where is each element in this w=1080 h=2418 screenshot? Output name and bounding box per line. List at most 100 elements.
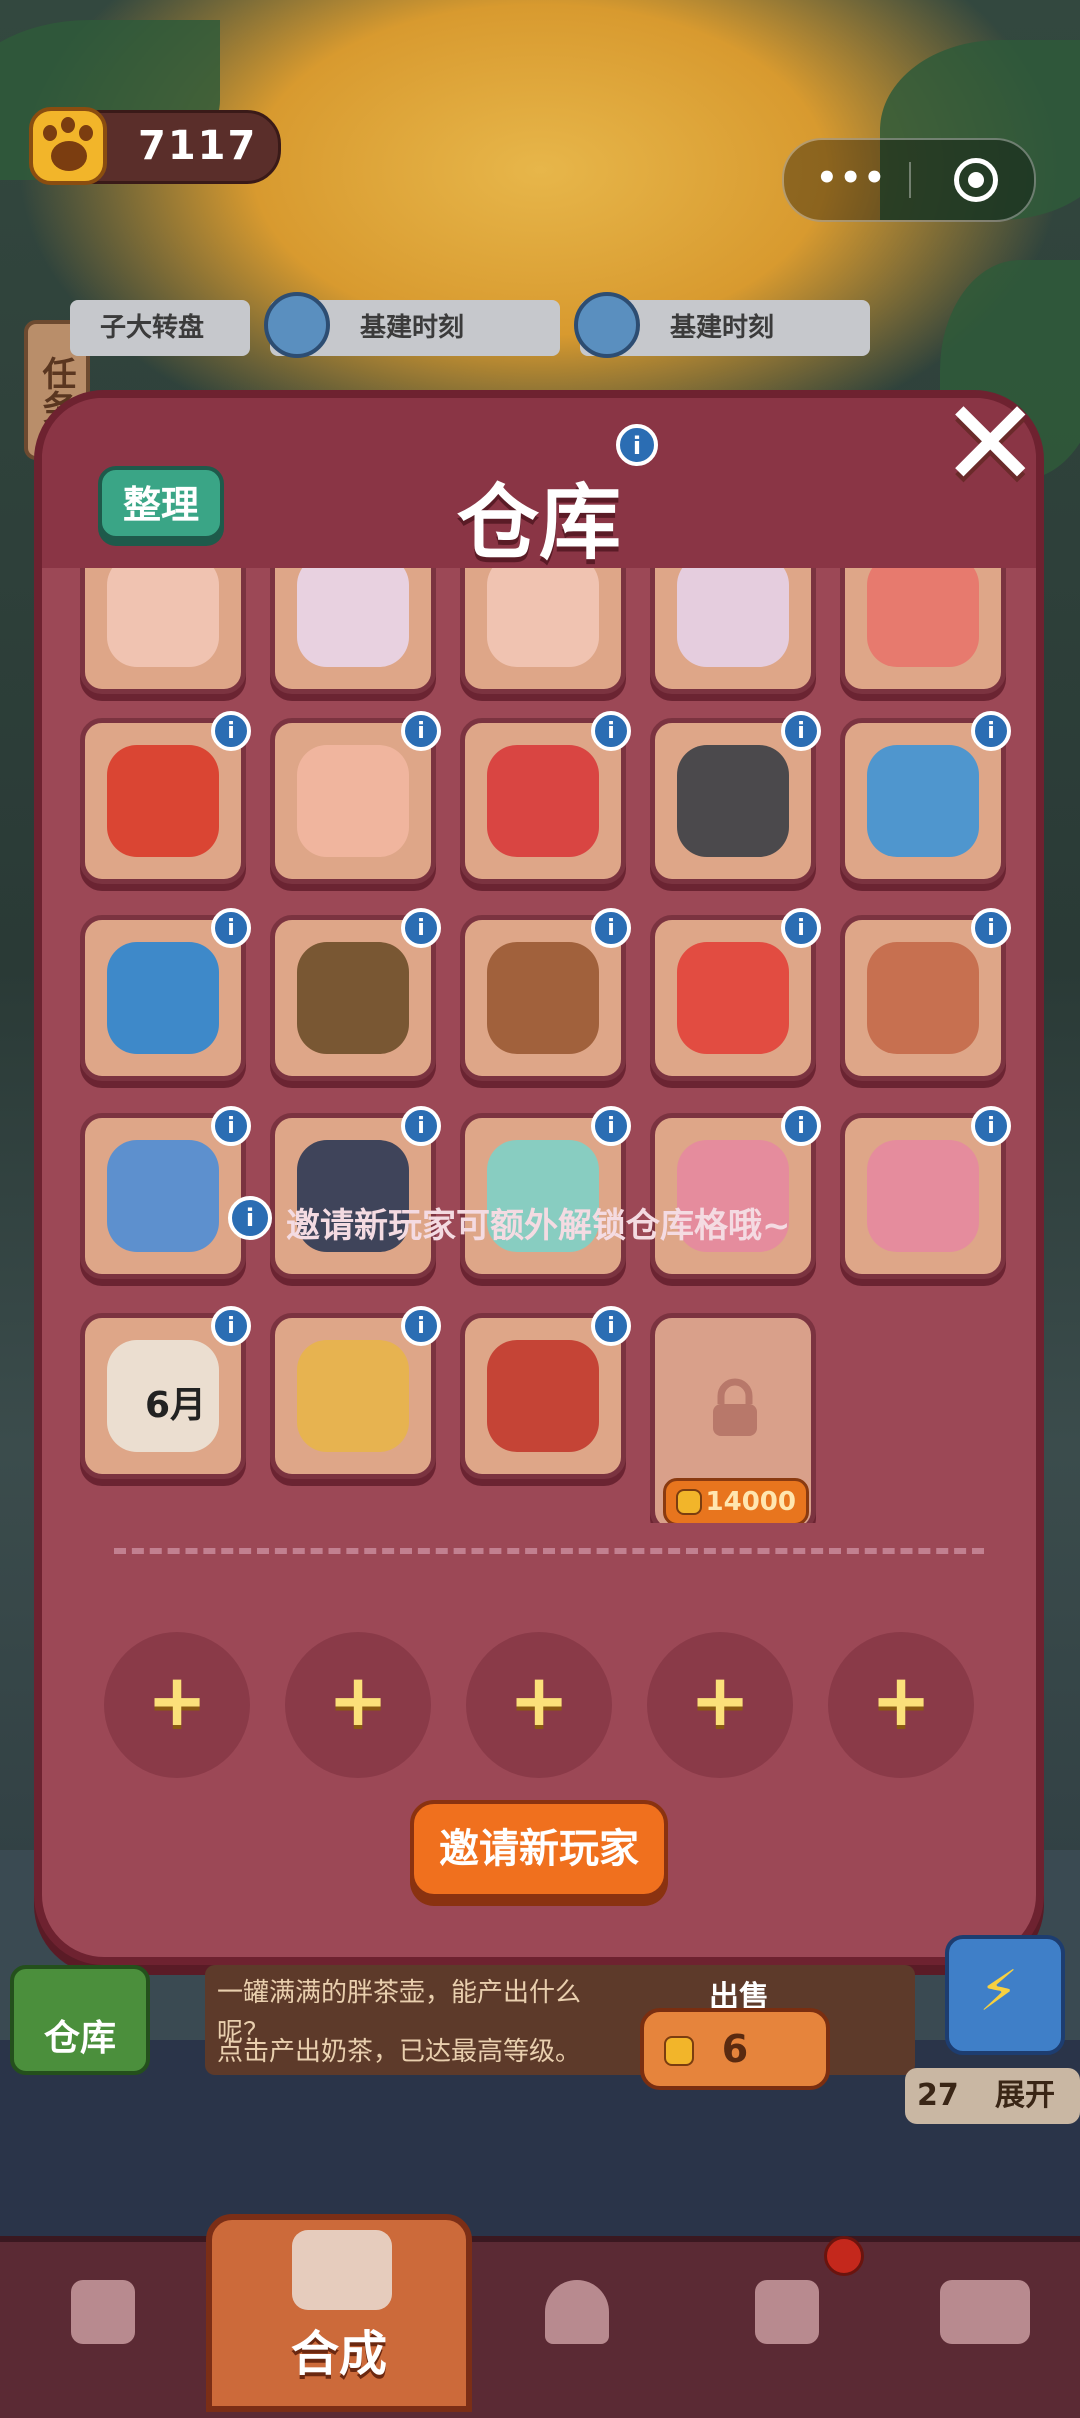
item-info-icon[interactable]: i (781, 908, 821, 948)
item-slot[interactable] (460, 568, 626, 694)
event-banner-label: 基建时刻 (670, 313, 775, 343)
merge-icon (292, 2230, 392, 2310)
paw-coin-icon (29, 107, 107, 185)
expand-button[interactable]: 27 展开 (905, 2068, 1080, 2124)
item-info-icon[interactable]: i (401, 1106, 441, 1146)
add-slot-button[interactable]: + (647, 1632, 793, 1778)
item-info-icon[interactable]: i (401, 711, 441, 751)
item-slot[interactable]: i (270, 1306, 441, 1479)
item-slot[interactable] (650, 568, 816, 694)
notification-dot (824, 2236, 864, 2276)
sell-button[interactable]: 6 (640, 2008, 830, 2090)
item-slot[interactable]: i (270, 908, 441, 1081)
more-menu-icon[interactable]: ••• (816, 158, 887, 198)
glass-jar-item (487, 568, 599, 667)
shop-icon (71, 2280, 135, 2344)
item-slot[interactable]: 6月 i (80, 1306, 251, 1479)
paint-roller-icon (264, 292, 330, 358)
add-slot-button[interactable]: + (828, 1632, 974, 1778)
floral-vase-item (297, 568, 409, 667)
double-happiness-item (107, 745, 219, 857)
close-miniprogram-icon[interactable] (954, 158, 998, 202)
add-slot-button[interactable]: + (466, 1632, 612, 1778)
calendar-day: 6月 (145, 1385, 207, 1426)
red-lamp-base-item (867, 568, 979, 667)
event-banner-label: 基建时刻 (360, 313, 465, 343)
service-bell-icon (545, 2280, 609, 2344)
event-banner-build[interactable]: 基建时刻 (264, 292, 560, 358)
item-info-icon[interactable]: i (211, 711, 251, 751)
invite-player-button[interactable]: 邀请新玩家 (410, 1800, 668, 1898)
item-slot[interactable]: i (80, 711, 251, 884)
add-slot-button[interactable]: + (104, 1632, 250, 1778)
pink-razor-item (867, 1140, 979, 1252)
expand-label: 展开 (995, 2078, 1055, 2113)
item-info-icon[interactable]: i (591, 711, 631, 751)
invite-info-icon[interactable]: i (228, 1196, 272, 1240)
paw-coin-icon (664, 2036, 694, 2066)
item-slot[interactable]: i (460, 908, 631, 1081)
item-info-icon[interactable]: i (211, 908, 251, 948)
nav-bus[interactable] (910, 2250, 1060, 2390)
dried-tea-mat-item (297, 942, 409, 1054)
item-slot[interactable]: i (650, 711, 821, 884)
plus-icon: + (689, 1658, 751, 1742)
item-slot[interactable] (270, 568, 436, 694)
plus-icon: + (327, 1658, 389, 1742)
unlock-price: 14000 (705, 1487, 796, 1517)
goggles-item (677, 745, 789, 857)
invite-tip-text: 邀请新玩家可额外解锁仓库格哦~ (286, 1206, 791, 1246)
item-slot[interactable]: i (270, 711, 441, 884)
bus-icon (940, 2280, 1030, 2344)
add-slot-button[interactable]: + (285, 1632, 431, 1778)
item-info-icon[interactable]: i (781, 1106, 821, 1146)
item-description-line: 点击产出奶茶，已达最高等级。 (217, 2037, 582, 2067)
item-slot[interactable]: i (460, 1106, 631, 1279)
item-info-icon[interactable]: i (971, 908, 1011, 948)
item-slot[interactable]: i (270, 1106, 441, 1279)
item-info-icon[interactable]: i (591, 1106, 631, 1146)
locked-slot[interactable]: 14000 (650, 1313, 816, 1523)
item-info-icon[interactable]: i (971, 711, 1011, 751)
item-slot[interactable] (80, 568, 246, 694)
nav-merge[interactable]: 合成 (206, 2214, 472, 2412)
close-icon[interactable]: ✕ (940, 385, 1041, 505)
nav-service[interactable] (500, 2250, 650, 2390)
item-slot[interactable]: i (80, 1106, 251, 1279)
red-helmet-item (487, 745, 599, 857)
item-info-icon[interactable]: i (781, 711, 821, 751)
item-slot[interactable] (840, 568, 1006, 694)
box-count: 27 (917, 2078, 959, 2113)
title-info-icon[interactable]: i (616, 424, 658, 466)
item-slot[interactable]: i (650, 908, 821, 1081)
item-slot[interactable]: i (80, 908, 251, 1081)
item-slot[interactable]: i (650, 1106, 821, 1279)
tropical-fish-item (107, 942, 219, 1054)
item-slot[interactable]: i (460, 1306, 631, 1479)
nav-shop[interactable] (26, 2250, 176, 2390)
item-grid: i i i i i i i i i i i i i i i 6月 i i i 14000 (80, 568, 1020, 1523)
miniprogram-capsule: ••• (782, 138, 1036, 222)
item-info-icon[interactable]: i (591, 908, 631, 948)
glass-jar-item (107, 568, 219, 667)
item-info-icon[interactable]: i (211, 1106, 251, 1146)
red-pouch-item (677, 942, 789, 1054)
item-slot[interactable]: i (460, 711, 631, 884)
item-slot[interactable]: i (840, 1106, 1011, 1279)
folded-paper-item (297, 745, 409, 857)
warehouse-button[interactable]: 仓库 (10, 1965, 150, 2075)
item-info-icon[interactable]: i (211, 1306, 251, 1346)
event-banner-build[interactable]: 基建时刻 (574, 292, 870, 358)
paw-coin-counter: 7117 (29, 107, 281, 185)
sell-price: 6 (721, 2027, 749, 2071)
item-slot[interactable]: i (840, 908, 1011, 1081)
puppy-box-item (297, 1340, 409, 1452)
item-info-icon[interactable]: i (401, 908, 441, 948)
item-slot[interactable]: i (840, 711, 1011, 884)
event-banner-wheel[interactable]: 子大转盘 (70, 300, 250, 356)
item-info-icon[interactable]: i (971, 1106, 1011, 1146)
item-info-icon[interactable]: i (401, 1306, 441, 1346)
item-info-icon[interactable]: i (591, 1306, 631, 1346)
panel-title: 仓库 (456, 476, 621, 571)
lightning-box-button[interactable] (945, 1935, 1065, 2055)
